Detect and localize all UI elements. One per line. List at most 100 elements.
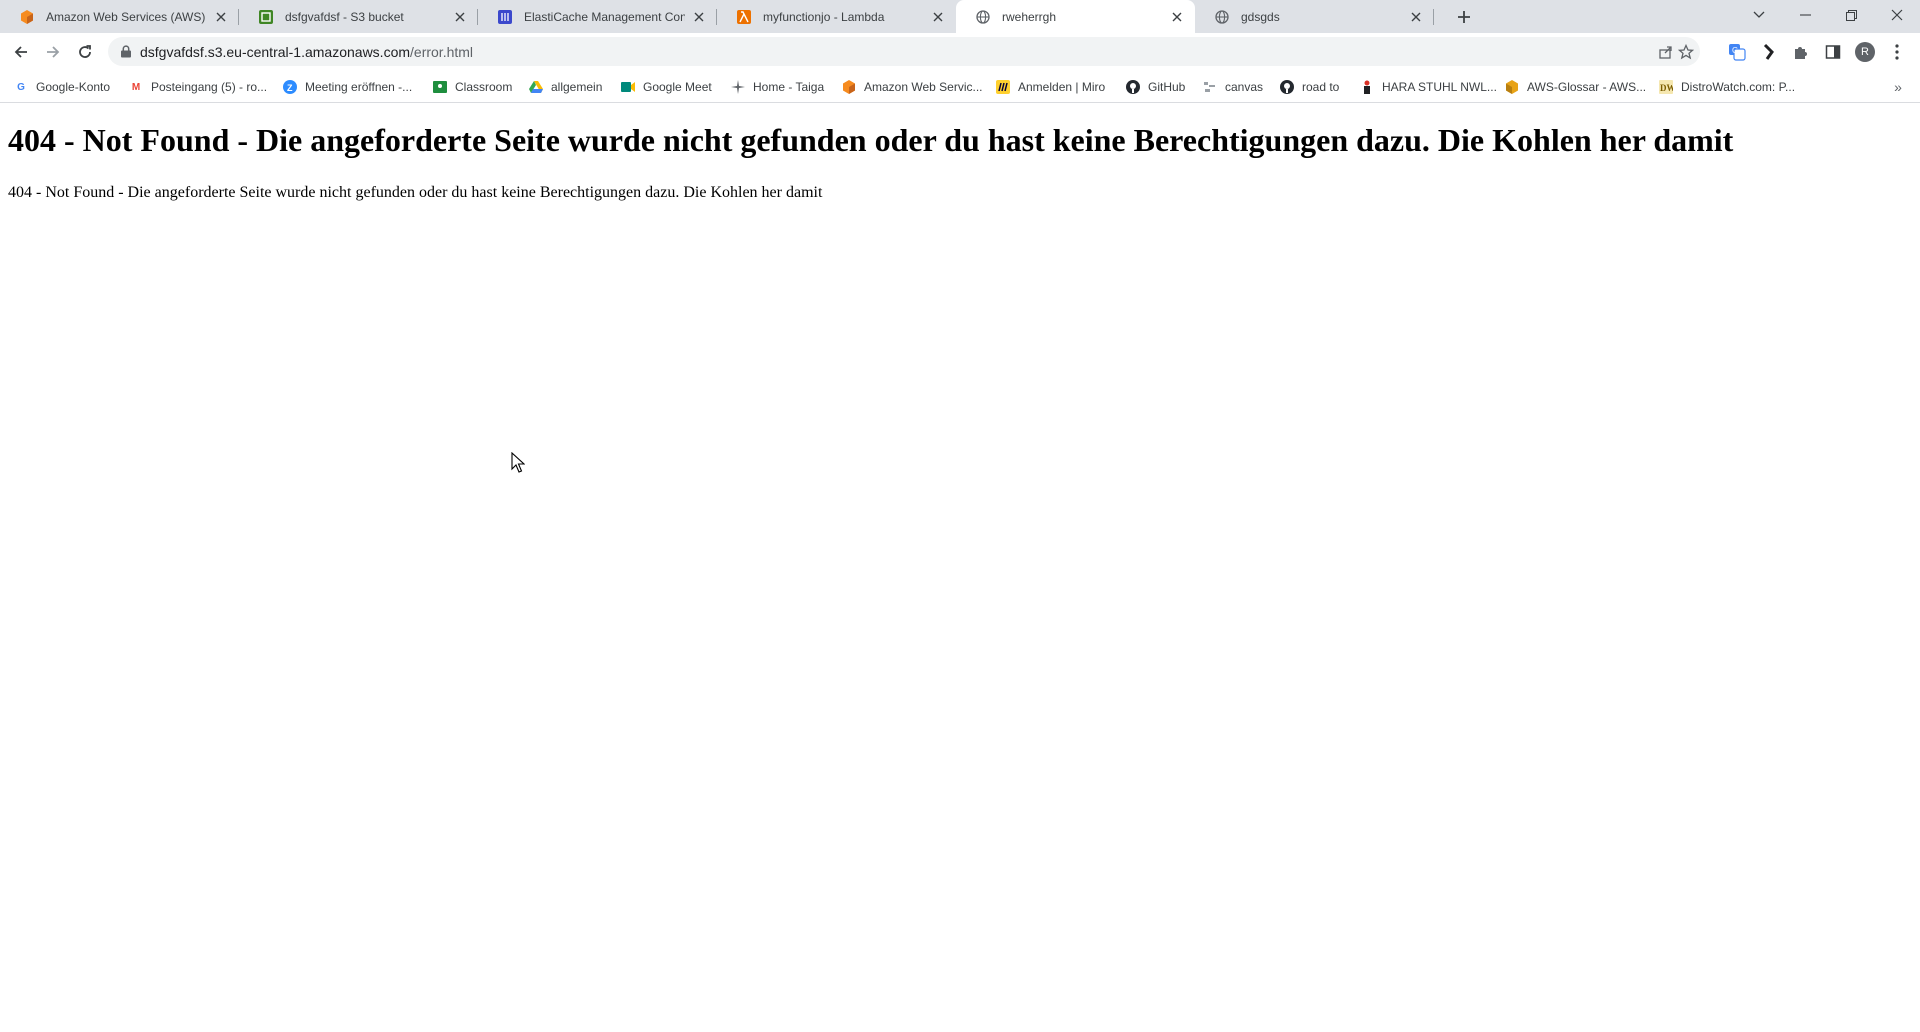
close-icon[interactable] bbox=[1169, 9, 1185, 25]
tab-title: ElastiCache Management Consol bbox=[524, 9, 685, 24]
close-icon[interactable] bbox=[452, 9, 468, 25]
zoom-icon: Z bbox=[283, 80, 297, 94]
tab-title: Amazon Web Services (AWS) bbox=[46, 9, 206, 24]
bookmark-label: Classroom bbox=[455, 80, 513, 94]
puzzle-icon[interactable] bbox=[1788, 39, 1814, 65]
tab-lambda[interactable]: myfunctionjo - Lambda bbox=[717, 0, 956, 33]
aws-cube-icon bbox=[20, 9, 34, 24]
bookmark-posteingang[interactable]: M Posteingang (5) - ro... bbox=[129, 77, 267, 97]
bookmark-label: AWS-Glossar - AWS... bbox=[1527, 80, 1647, 94]
url-text[interactable]: dsfgvafdsf.s3.eu-central-1.amazonaws.com… bbox=[140, 44, 473, 60]
s3-bucket-icon bbox=[259, 9, 273, 24]
github-icon bbox=[1126, 80, 1140, 94]
hara-icon bbox=[1360, 80, 1374, 94]
miro-icon bbox=[996, 80, 1010, 94]
arrow-right-icon bbox=[47, 46, 60, 58]
mouse-cursor-icon bbox=[511, 452, 525, 473]
tab-rweherrgh[interactable]: rweherrgh bbox=[956, 0, 1195, 33]
avatar[interactable]: R bbox=[1852, 39, 1878, 65]
plus-icon bbox=[1458, 11, 1470, 23]
bookmark-road-to[interactable]: road to bbox=[1280, 77, 1339, 97]
bookmark-github[interactable]: GitHub bbox=[1126, 77, 1185, 97]
tab-s3-bucket[interactable]: dsfgvafdsf - S3 bucket bbox=[239, 0, 478, 33]
bookmark-hara-stuhl[interactable]: HARA STUHL NWL... bbox=[1360, 77, 1497, 97]
svg-text:Z: Z bbox=[287, 83, 293, 93]
restore-icon bbox=[1845, 9, 1857, 21]
minimize-icon bbox=[1799, 14, 1811, 16]
extension-icon[interactable] bbox=[1756, 39, 1782, 65]
meet-icon bbox=[621, 80, 635, 94]
bookmark-label: Google Meet bbox=[643, 80, 712, 94]
bookmark-aws[interactable]: Amazon Web Servic... bbox=[842, 77, 983, 97]
restore-button[interactable] bbox=[1828, 0, 1874, 30]
tab-elasticache[interactable]: ElastiCache Management Consol bbox=[478, 0, 717, 33]
bookmark-label: HARA STUHL NWL... bbox=[1382, 80, 1497, 94]
globe-icon bbox=[1215, 9, 1229, 24]
bookmark-label: road to bbox=[1302, 80, 1340, 94]
gmail-icon: M bbox=[131, 81, 141, 93]
bookmark-canvas[interactable]: canvas bbox=[1203, 77, 1263, 97]
elasticache-icon bbox=[498, 9, 512, 24]
tab-aws[interactable]: Amazon Web Services (AWS) bbox=[0, 0, 239, 33]
github-icon bbox=[1280, 80, 1294, 94]
bookmark-label: Amazon Web Servic... bbox=[864, 80, 983, 94]
tab-strip: Amazon Web Services (AWS) dsfgvafdsf - S… bbox=[0, 0, 1920, 33]
reload-button[interactable] bbox=[71, 38, 99, 66]
bookmark-allgemein[interactable]: allgemein bbox=[529, 77, 602, 97]
tab-title: dsfgvafdsf - S3 bucket bbox=[285, 9, 404, 24]
tab-divider bbox=[1433, 9, 1434, 25]
svg-text:G: G bbox=[1732, 46, 1738, 55]
minimize-button[interactable] bbox=[1782, 0, 1828, 30]
bookmarks-bar: G Google-Konto M Posteingang (5) - ro...… bbox=[0, 71, 1920, 103]
reload-icon bbox=[79, 45, 91, 58]
tab-search-button[interactable] bbox=[1736, 0, 1782, 30]
svg-text:DW: DW bbox=[1660, 83, 1673, 93]
close-icon[interactable] bbox=[213, 9, 229, 25]
tab-title: rweherrgh bbox=[1002, 9, 1057, 24]
bookmark-aws-glossar[interactable]: AWS-Glossar - AWS... bbox=[1505, 77, 1646, 97]
tab-title: myfunctionjo - Lambda bbox=[763, 9, 885, 24]
close-icon[interactable] bbox=[1408, 9, 1424, 25]
back-button[interactable] bbox=[7, 38, 35, 66]
share-icon[interactable] bbox=[1655, 41, 1677, 63]
double-chevron-right-icon: » bbox=[1894, 79, 1902, 95]
address-bar[interactable]: dsfgvafdsf.s3.eu-central-1.amazonaws.com… bbox=[108, 37, 1700, 66]
bookmark-label: allgemein bbox=[551, 80, 603, 94]
bookmark-distrowatch[interactable]: DW DistroWatch.com: P... bbox=[1659, 77, 1795, 97]
tab-gdsgds[interactable]: gdsgds bbox=[1195, 0, 1434, 33]
url-host: dsfgvafdsf.s3.eu-central-1.amazonaws.com bbox=[140, 44, 411, 60]
bookmark-label: Meeting eröffnen -... bbox=[305, 80, 413, 94]
page-paragraph: 404 - Not Found - Die angeforderte Seite… bbox=[8, 184, 823, 201]
bookmark-label: GitHub bbox=[1148, 80, 1186, 94]
lock-icon[interactable] bbox=[120, 45, 132, 58]
side-panel-icon[interactable] bbox=[1820, 39, 1846, 65]
bookmark-taiga[interactable]: Home - Taiga bbox=[731, 77, 824, 97]
taiga-icon bbox=[731, 80, 745, 94]
bookmarks-overflow-button[interactable]: » bbox=[1888, 77, 1908, 97]
bookmark-star-icon[interactable] bbox=[1675, 41, 1697, 63]
new-tab-button[interactable] bbox=[1452, 5, 1476, 29]
tab-title: gdsgds bbox=[1241, 9, 1280, 24]
close-icon[interactable] bbox=[691, 9, 707, 25]
bookmark-google-konto[interactable]: G Google-Konto bbox=[14, 77, 110, 97]
bookmark-label: Posteingang (5) - ro... bbox=[151, 80, 268, 94]
translate-extension-icon[interactable]: G bbox=[1724, 39, 1750, 65]
close-window-button[interactable] bbox=[1874, 0, 1920, 30]
bookmark-miro[interactable]: Anmelden | Miro bbox=[996, 77, 1105, 97]
globe-icon bbox=[976, 9, 990, 24]
profile-initial: R bbox=[1855, 42, 1875, 62]
chevron-down-icon bbox=[1753, 11, 1765, 18]
drive-icon bbox=[529, 80, 543, 94]
bookmark-label: canvas bbox=[1225, 80, 1264, 94]
distrowatch-icon: DW bbox=[1659, 80, 1673, 94]
menu-icon[interactable] bbox=[1884, 39, 1910, 65]
forward-button[interactable] bbox=[39, 38, 67, 66]
page-heading: 404 - Not Found - Die angeforderte Seite… bbox=[8, 122, 1734, 158]
aws-cube-icon bbox=[842, 80, 856, 94]
aws-glossary-icon bbox=[1505, 80, 1519, 94]
bookmark-meeting[interactable]: Z Meeting eröffnen -... bbox=[283, 77, 412, 97]
bookmark-google-meet[interactable]: Google Meet bbox=[621, 77, 712, 97]
lambda-icon bbox=[737, 9, 751, 24]
bookmark-classroom[interactable]: Classroom bbox=[433, 77, 512, 97]
close-icon[interactable] bbox=[930, 9, 946, 25]
